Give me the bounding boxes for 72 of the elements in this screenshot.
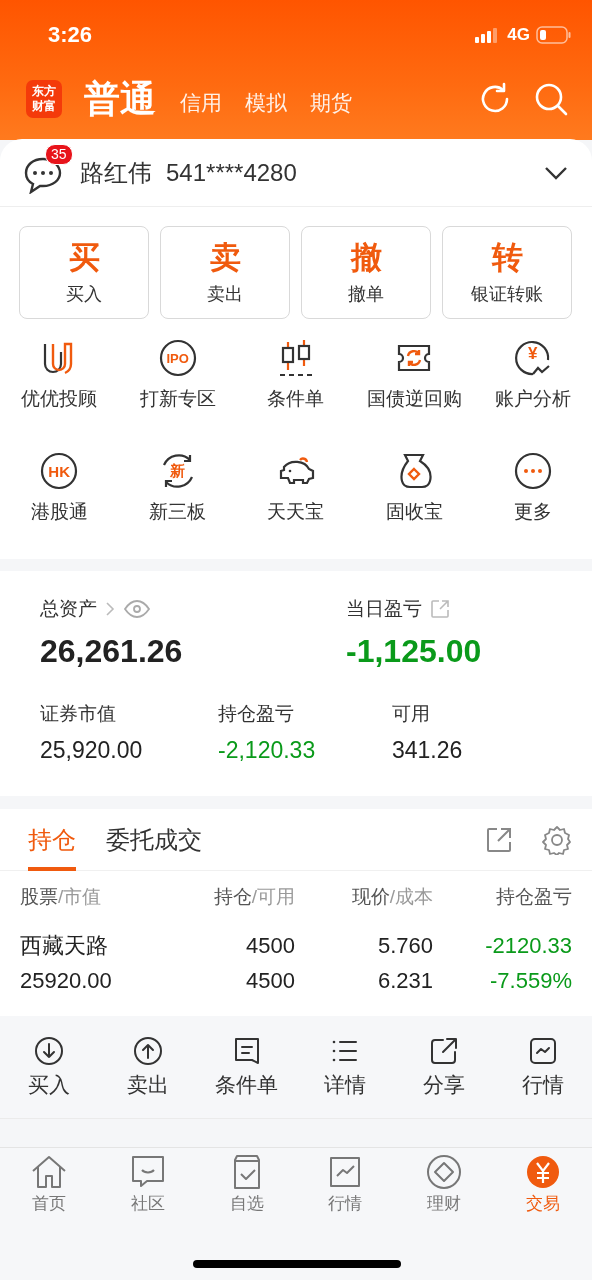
nav-tab[interactable]: 理财 [427, 1192, 461, 1215]
service-link[interactable]: 优优投顾 [21, 386, 98, 412]
eye-icon[interactable] [123, 600, 151, 618]
app-logo: 东方财富 [26, 80, 62, 118]
table-cell-text: 5.760 [376, 932, 433, 960]
service-link[interactable]: 天天宝 [267, 499, 325, 525]
chart-icon [527, 1036, 558, 1066]
column-header: 持仓/可用 [212, 885, 295, 909]
trade-button[interactable]: 卖 卖出 [160, 226, 290, 319]
settings-icon[interactable] [542, 824, 572, 855]
service-link[interactable]: 固收宝 [385, 499, 443, 525]
position-action[interactable]: 分享 [423, 1071, 465, 1099]
search-icon[interactable] [534, 82, 568, 116]
nav-tab[interactable]: 社区 [131, 1192, 165, 1215]
service-link[interactable]: 更多 [513, 499, 552, 525]
share-icon [429, 1036, 459, 1066]
notification-badge: 35 [45, 143, 73, 165]
position-action[interactable]: 详情 [324, 1071, 367, 1099]
position-action[interactable]: 卖出 [127, 1071, 169, 1099]
home-icon [31, 1154, 68, 1190]
column-header: 股票/市值 [20, 885, 103, 909]
metric-value: -2,120.33 [218, 737, 317, 764]
table-cell-text: -2120.33 [484, 932, 572, 960]
chat-icon [130, 1154, 166, 1190]
table-cell-text: 6.231 [376, 967, 433, 995]
column-header: 现价/成本 [350, 885, 433, 909]
account-name: 路红伟 [80, 157, 152, 188]
service-link[interactable]: 国债逆回购 [366, 386, 462, 412]
table-cell-text: 4500 [245, 932, 295, 960]
arrow-up-circle-icon [133, 1036, 163, 1066]
network-label: 4G [507, 25, 530, 45]
trade-button[interactable]: 撤 撤单 [301, 226, 431, 319]
table-cell-text: 25920.00 [20, 967, 113, 995]
position-action[interactable]: 条件单 [215, 1071, 279, 1099]
total-assets-value: 26,261.26 [40, 633, 184, 671]
export-icon[interactable] [486, 826, 512, 853]
metric-value: 25,920.00 [40, 737, 144, 764]
ipo-icon: IPO [157, 338, 198, 378]
daily-pnl-label: 当日盈亏 [346, 597, 422, 621]
hk-icon: HK [39, 451, 80, 491]
trade-button[interactable]: 转 银证转账 [442, 226, 572, 319]
metric-label: 可用 [392, 702, 431, 726]
metric-label: 证券市值 [40, 702, 117, 726]
metric-label: 持仓盈亏 [218, 702, 295, 726]
battery-icon [536, 26, 572, 44]
service-link[interactable]: 新三板 [149, 499, 207, 525]
stock-name: 西藏天路 [20, 932, 109, 960]
clock-time: 3:26 [48, 22, 94, 48]
daily-pnl-value: -1,125.00 [346, 633, 483, 671]
service-link[interactable]: 港股通 [30, 499, 88, 525]
positions-tab[interactable]: 委托成交 [106, 808, 202, 871]
trade-button[interactable]: 买 买入 [19, 226, 149, 319]
metric-value: 341.26 [392, 737, 464, 764]
service-link[interactable]: 账户分析 [494, 386, 571, 412]
chevron-right-icon[interactable] [105, 601, 115, 617]
column-header: 持仓盈亏 [495, 885, 572, 909]
arrow-down-circle-icon [34, 1036, 65, 1066]
position-action[interactable]: 买入 [28, 1071, 71, 1099]
nav-tab[interactable]: 行情 [328, 1192, 363, 1215]
yen-icon [524, 1154, 561, 1190]
chevron-down-icon[interactable] [544, 165, 568, 180]
nav-tab[interactable]: 自选 [229, 1192, 264, 1215]
nav-tab[interactable]: 首页 [32, 1192, 67, 1215]
table-cell-text: 4500 [245, 967, 295, 995]
total-assets-label: 总资产 [40, 597, 97, 621]
share-icon[interactable] [430, 599, 450, 619]
service-link[interactable]: 条件单 [267, 386, 325, 412]
more-icon [512, 451, 553, 491]
position-action[interactable]: 行情 [521, 1071, 564, 1099]
service-link[interactable]: 打新专区 [139, 386, 216, 412]
account-number: 541****4280 [166, 158, 298, 187]
table-cell-text: -7.559% [489, 967, 572, 995]
